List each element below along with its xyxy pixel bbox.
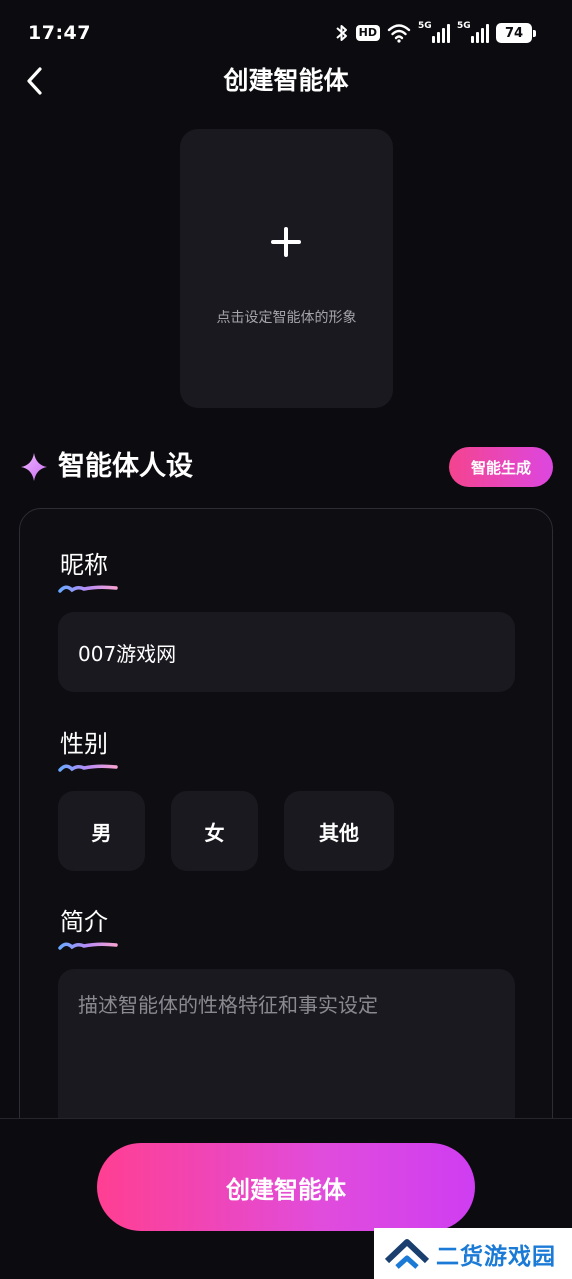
signal-icon: 5G	[418, 21, 450, 43]
signal-icon: 5G	[457, 21, 489, 43]
status-bar: 17:47 HD 5G 5G 74	[0, 0, 572, 66]
create-agent-button[interactable]: 创建智能体	[97, 1143, 475, 1231]
label-underline-decoration	[58, 585, 118, 593]
section-title: 智能体人设	[58, 451, 193, 482]
page-title: 创建智能体	[223, 66, 349, 95]
bluetooth-icon	[335, 25, 347, 41]
gender-option-male[interactable]: 男	[58, 791, 145, 871]
label-underline-decoration	[58, 942, 118, 950]
battery-level: 74	[504, 25, 524, 41]
plus-icon	[268, 224, 304, 260]
nickname-label: 昵称	[60, 551, 108, 579]
gender-option-female[interactable]: 女	[171, 791, 258, 871]
ai-generate-button[interactable]: 智能生成	[449, 447, 553, 487]
avatar-picker[interactable]: 点击设定智能体的形象	[180, 129, 393, 408]
intro-label: 简介	[60, 908, 108, 936]
wifi-icon	[387, 24, 411, 43]
label-underline-decoration	[58, 764, 118, 772]
sparkle-icon	[21, 453, 47, 481]
watermark: 二货游戏园	[374, 1228, 572, 1279]
watermark-logo-icon	[384, 1238, 430, 1269]
gender-option-other[interactable]: 其他	[284, 791, 394, 871]
watermark-text: 二货游戏园	[436, 1243, 556, 1270]
status-time: 17:47	[28, 22, 91, 44]
status-icons: HD 5G 5G 74	[335, 21, 536, 44]
hd-badge: HD	[355, 25, 380, 41]
battery-icon: 74	[496, 23, 536, 43]
nickname-input[interactable]	[58, 612, 515, 692]
avatar-hint: 点击设定智能体的形象	[216, 310, 357, 326]
gender-label: 性别	[60, 730, 108, 758]
